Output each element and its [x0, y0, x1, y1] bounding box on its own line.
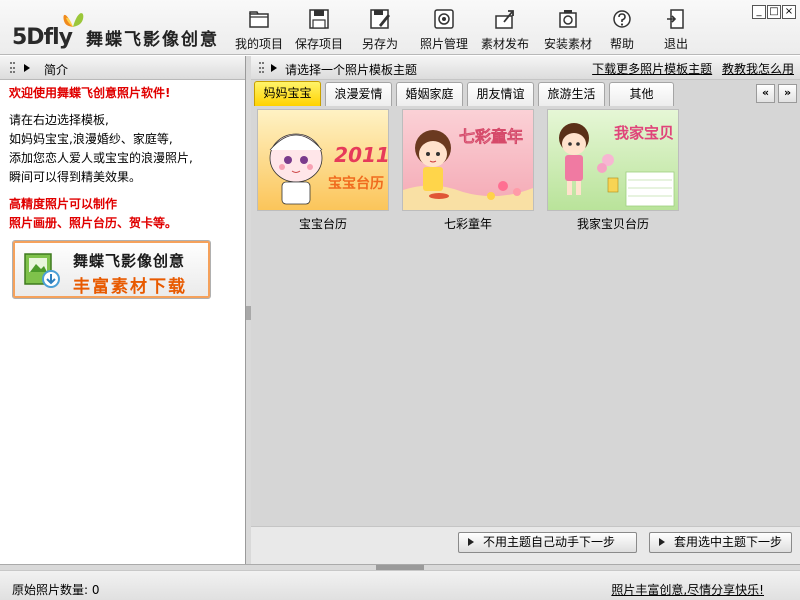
publish-material-button[interactable]: 素材发布	[478, 4, 532, 52]
save-as-icon	[370, 9, 390, 29]
promo-subtitle: 丰富素材下载	[73, 277, 187, 297]
window-controls: _ □ ×	[751, 3, 796, 19]
tab-other[interactable]: 其他	[609, 82, 674, 106]
toolbar-label: 安装素材	[543, 37, 592, 51]
thumbnail-title-text: 我家宝贝	[614, 124, 674, 142]
exit-door-icon	[667, 9, 684, 29]
logo-chinese-text: 舞蝶飞影像创意	[86, 30, 219, 50]
play-arrow-icon	[468, 538, 474, 546]
download-photos-icon	[24, 253, 60, 288]
save-project-button[interactable]: 保存项目	[292, 4, 346, 52]
exit-button[interactable]: 退出	[654, 4, 698, 52]
tab-next-button[interactable]: »	[778, 84, 797, 103]
thumbnail-title-text: 七彩童年	[459, 127, 523, 146]
install-material-button[interactable]: 安装素材	[540, 4, 596, 52]
play-arrow-icon	[659, 538, 665, 546]
floppy-disk-icon	[309, 9, 329, 29]
help-button[interactable]: 帮助	[602, 4, 642, 52]
tab-travel[interactable]: 旅游生活	[538, 82, 605, 106]
button-label: 套用选中主题下一步	[674, 535, 783, 549]
maximize-button[interactable]: □	[767, 5, 781, 19]
toolbar-label: 帮助	[609, 37, 634, 51]
collapse-arrow-icon[interactable]	[24, 64, 30, 72]
top-toolbar: 5Dfly 舞蝶飞影像创意 我的项目 保存项目 另存为 照片管理 素材发布 安装…	[0, 0, 800, 55]
slogan-link[interactable]: 照片丰富创意,尽情分享快乐!	[611, 581, 764, 598]
save-as-button[interactable]: 另存为	[357, 4, 403, 52]
template-panel: 请选择一个照片模板主题 下载更多照片模板主题 教教我怎么用 妈妈宝宝 浪漫爱情 …	[251, 56, 800, 564]
tab-mom-baby[interactable]: 妈妈宝宝	[254, 81, 321, 106]
tab-romance[interactable]: 浪漫爱情	[325, 82, 392, 106]
thumbnail-title-text: 宝宝台历	[328, 175, 384, 192]
button-label: 不用主题自己动手下一步	[483, 535, 616, 549]
toolbar-label: 我的项目	[234, 37, 283, 51]
intro-text: 欢迎使用舞蝶飞创意照片软件! 请在右边选择模板, 如妈妈宝宝,浪漫婚纱、家庭等,…	[0, 80, 245, 233]
highlight-line: 高精度照片可以制作	[9, 197, 118, 211]
tab-prev-button[interactable]: «	[756, 84, 775, 103]
intro-line: 瞬间可以得到精美效果。	[9, 170, 142, 184]
highlight-line: 照片画册、照片台历、贺卡等。	[9, 216, 178, 230]
app-logo: 5Dfly 舞蝶飞影像创意	[8, 9, 223, 50]
no-theme-next-button[interactable]: 不用主题自己动手下一步	[458, 532, 637, 553]
drag-grip-icon[interactable]	[259, 62, 264, 73]
material-download-banner[interactable]: 舞蝶飞影像创意 丰富素材下载	[12, 240, 211, 299]
intro-line: 请在右边选择模板,	[9, 113, 109, 127]
header-links: 下载更多照片模板主题 教教我怎么用	[586, 60, 794, 77]
close-button[interactable]: ×	[782, 5, 796, 19]
template-preview-image: 我家宝贝	[547, 109, 679, 211]
tab-marriage-family[interactable]: 婚姻家庭	[396, 82, 463, 106]
camera-icon	[434, 9, 454, 29]
toolbar-label: 照片管理	[419, 37, 468, 51]
my-projects-button[interactable]: 我的项目	[232, 4, 286, 52]
upload-icon	[495, 10, 514, 29]
minimize-button[interactable]: _	[752, 5, 766, 19]
template-caption: 我家宝贝台历	[576, 217, 649, 231]
template-panel-header: 请选择一个照片模板主题 下载更多照片模板主题 教教我怎么用	[251, 56, 800, 80]
promo-title: 舞蝶飞影像创意	[73, 252, 186, 270]
tutorial-link[interactable]: 教教我怎么用	[722, 62, 794, 76]
photo-count-text: 原始照片数量: 0	[12, 583, 100, 597]
template-preview-image: 七彩童年	[402, 109, 534, 211]
toolbar-label: 素材发布	[480, 37, 529, 51]
template-gallery: 2011 宝宝台历 宝宝台历 七彩童年 七彩童年 我家宝贝 我家宝贝台历	[251, 106, 800, 526]
template-thumbnail[interactable]: 七彩童年 七彩童年	[402, 109, 534, 232]
template-panel-title: 请选择一个照片模板主题	[285, 63, 418, 77]
thumbnail-year-text: 2011	[334, 143, 388, 167]
template-thumbnail[interactable]: 我家宝贝 我家宝贝台历	[547, 109, 679, 232]
toolbar-label: 退出	[663, 37, 688, 51]
intro-line: 如妈妈宝宝,浪漫婚纱、家庭等,	[9, 132, 173, 146]
template-preview-image: 2011 宝宝台历	[257, 109, 389, 211]
intro-panel: 简介 欢迎使用舞蝶飞创意照片软件! 请在右边选择模板, 如妈妈宝宝,浪漫婚纱、家…	[0, 56, 246, 564]
template-caption: 七彩童年	[443, 217, 492, 231]
drag-grip-icon[interactable]	[10, 62, 15, 73]
folder-icon	[249, 11, 269, 28]
template-category-tabs: 妈妈宝宝 浪漫爱情 婚姻家庭 朋友情谊 旅游生活 其他 « »	[251, 81, 800, 106]
welcome-text: 欢迎使用舞蝶飞创意照片软件!	[9, 86, 171, 100]
use-theme-next-button[interactable]: 套用选中主题下一步	[649, 532, 792, 553]
photo-manager-button[interactable]: 照片管理	[417, 4, 471, 52]
template-caption: 宝宝台历	[298, 217, 347, 231]
download-more-templates-link[interactable]: 下载更多照片模板主题	[592, 62, 712, 76]
install-package-icon	[559, 10, 577, 28]
collapse-arrow-icon[interactable]	[271, 64, 277, 72]
action-bar: 不用主题自己动手下一步 套用选中主题下一步	[251, 526, 800, 564]
status-bar: 原始照片数量: 0 照片丰富创意,尽情分享快乐!	[0, 570, 800, 600]
logo-text: 5Dfly	[12, 25, 73, 50]
tab-friendship[interactable]: 朋友情谊	[467, 82, 534, 106]
template-thumbnail[interactable]: 2011 宝宝台历 宝宝台历	[257, 109, 389, 232]
intro-panel-header: 简介	[0, 56, 245, 80]
help-icon	[613, 10, 631, 28]
toolbar-label: 保存项目	[294, 37, 343, 51]
toolbar-label: 另存为	[361, 37, 398, 51]
intro-panel-title: 简介	[44, 63, 69, 77]
intro-line: 添加您恋人爱人或宝宝的浪漫照片,	[9, 151, 193, 165]
